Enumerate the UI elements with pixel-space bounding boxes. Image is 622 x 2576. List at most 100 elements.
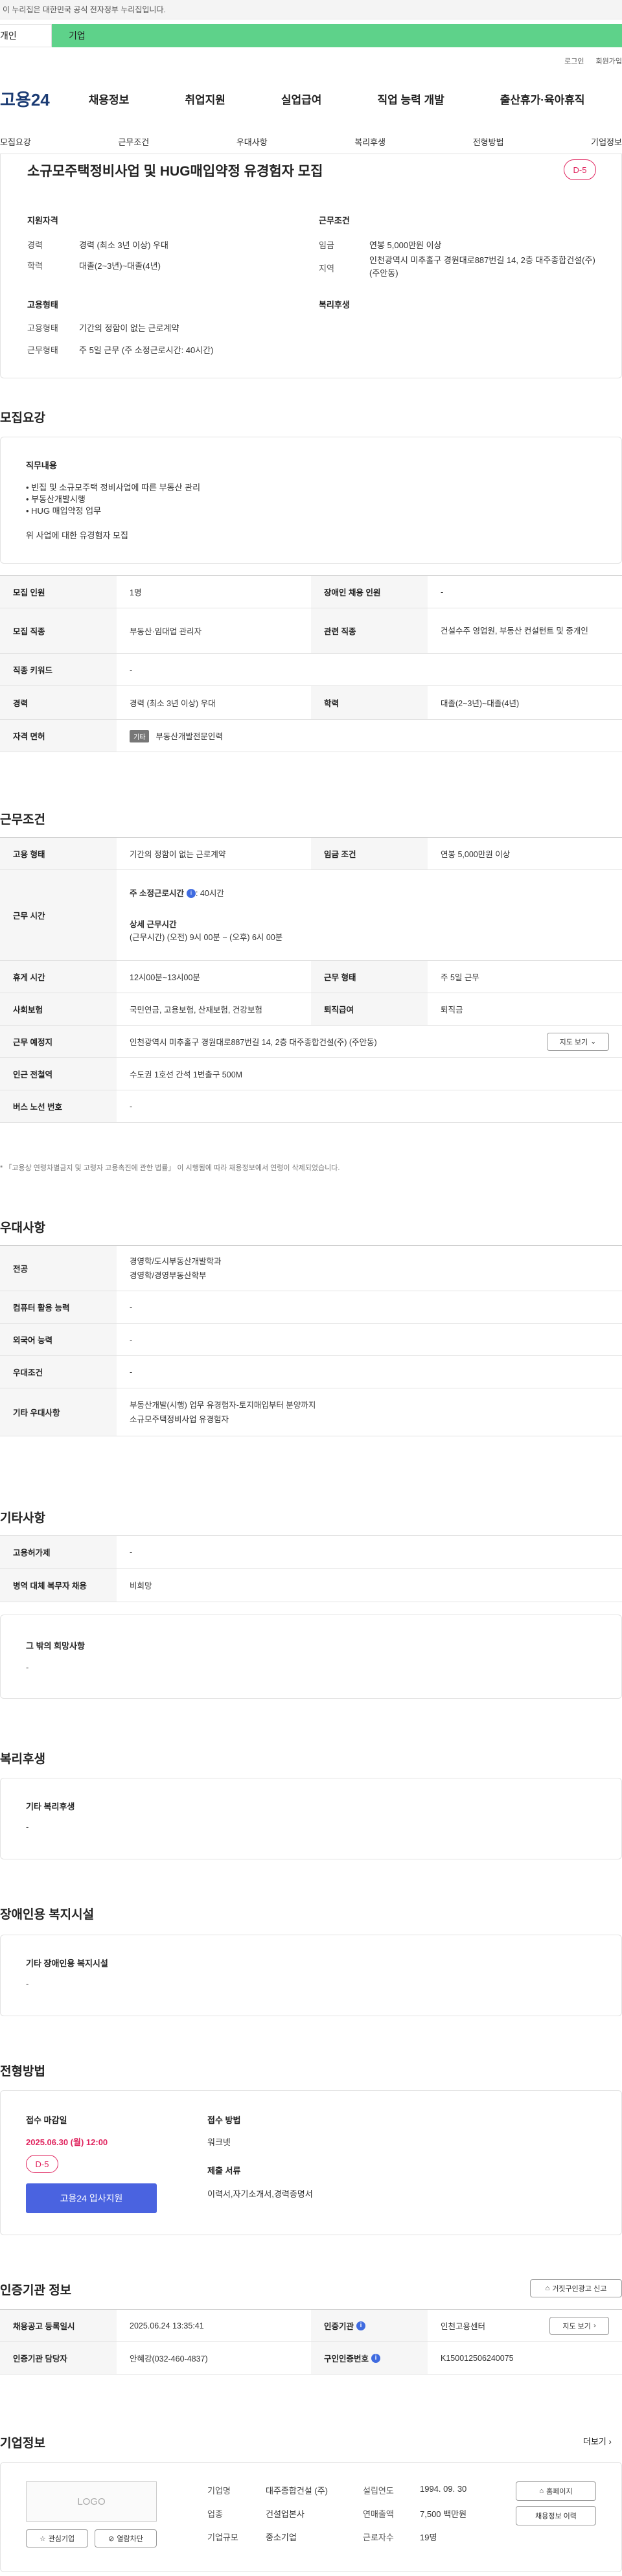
region-label: 지역: [319, 264, 334, 273]
tab-company[interactable]: 기업: [52, 24, 622, 47]
duty-card: [0, 437, 622, 564]
table-cell: 안혜강(032-460-4837): [130, 2354, 208, 2363]
map-button[interactable]: 지도 보기 ⌄: [547, 1032, 609, 1051]
info-icon[interactable]: i: [371, 2353, 381, 2363]
table-cell: 국민연금, 고용보험, 산재보험, 건강보험: [130, 1006, 262, 1015]
documents-value: 이력서,자기소개서,경력증명서: [207, 2189, 313, 2199]
info-icon[interactable]: i: [186, 889, 196, 899]
table-row: 버스 노선 번호 -: [0, 1090, 622, 1123]
gnb-training[interactable]: 직업 능력 개발: [377, 91, 444, 107]
report-button[interactable]: ⌂ 거짓구인광고 신고: [530, 2279, 622, 2297]
company-size-value: 중소기업: [266, 2533, 297, 2542]
table-cell: -: [130, 665, 133, 674]
apply-button[interactable]: 고용24 입사지원: [26, 2183, 157, 2213]
table-cell: 12시00분~13시00분: [130, 973, 200, 982]
welfare-heading: 복리후생: [319, 300, 350, 310]
dday-badge: D-5: [564, 159, 596, 180]
table-cell: K150012506240075: [441, 2353, 514, 2363]
tab-company-info[interactable]: 기업정보: [591, 135, 622, 148]
chevron-right-icon: ›: [593, 2321, 596, 2330]
hope-value: -: [26, 1662, 29, 1672]
table-header: 자격 면허: [0, 720, 117, 752]
table-header: 컴퓨터 활용 능력: [0, 1291, 117, 1323]
tab-recruit[interactable]: 모집요강: [0, 135, 31, 148]
table-row: 고용 형태 기간의 정함이 없는 근로계약 임금 조건 연봉 5,000만원 이…: [0, 838, 622, 870]
login-link[interactable]: 로그인: [564, 56, 584, 66]
table-cell: 기타 부동산개발전문인력: [117, 730, 622, 742]
job-history-button[interactable]: 채용정보 이력: [516, 2506, 596, 2525]
gnb-jobs[interactable]: 채용정보: [89, 91, 130, 107]
table-cell: 기간의 정함이 없는 근로계약: [130, 850, 226, 859]
table-cell: 부동산개발(시행) 업무 유경험자-토지매입부터 분양까지 소규모주택정비사업 유…: [130, 1400, 316, 1424]
table-cell: -: [130, 1101, 133, 1111]
staff-value: 19명: [420, 2533, 437, 2542]
staff-label: 근로자수: [363, 2533, 394, 2542]
table-row: 경력 경력 (최소 3년 이상) 우대 학력 대졸(2~3년)~대졸(4년): [0, 686, 622, 720]
table-cell: -: [130, 1302, 133, 1312]
block-view-button[interactable]: ⊘ 열람차단: [95, 2529, 157, 2547]
welfare-etc-value: -: [26, 1822, 29, 1832]
table-header: 임금 조건: [311, 838, 428, 869]
tab-selection[interactable]: 전형방법: [473, 135, 504, 148]
favorite-company-button[interactable]: ☆ 관심기업: [26, 2529, 88, 2547]
table-row: 병역 대체 복무자 채용 비희망: [0, 1569, 622, 1602]
duty-line-2: • 부동산개발시행: [26, 494, 86, 504]
site-logo[interactable]: 고용24: [0, 87, 50, 111]
age-note: * 「고용상 연령차별금지 및 고령자 고용촉진에 관한 법률」 이 시행됨에 …: [0, 1164, 340, 1172]
table-header: 모집 직종: [0, 608, 117, 653]
table-header: 퇴직급여: [311, 993, 428, 1025]
hours-cell: 주 소정근로시간 i: 40시간 상세 근무시간 (근무시간) (오전) 9시 0…: [117, 887, 622, 944]
tab-welfare[interactable]: 복리후생: [354, 135, 386, 148]
gnb-unemployment[interactable]: 실업급여: [281, 91, 322, 107]
table-cell: -: [130, 1547, 133, 1557]
qualification-heading: 지원자격: [27, 216, 58, 225]
info-icon[interactable]: i: [356, 2321, 366, 2330]
welfare-card: [0, 1778, 622, 1859]
more-link[interactable]: 더보기 ›: [583, 2435, 612, 2447]
company-logo: LOGO: [26, 2481, 157, 2522]
other-table: 고용허가제 - 병역 대체 복무자 채용 비희망: [0, 1535, 622, 1602]
tab-person[interactable]: 개인: [0, 24, 52, 47]
education-value: 대졸(2~3년)~대졸(4년): [79, 261, 161, 271]
block-icon: ⊘: [108, 2535, 115, 2543]
duty-line-1: • 빈집 및 소규모주택 정비사업에 따른 부동산 관리: [26, 483, 201, 492]
table-header: 채용공고 등록일시: [0, 2310, 117, 2341]
table-cell: 대졸(2~3년)~대졸(4년): [441, 699, 520, 708]
signup-link[interactable]: 회원가입: [596, 56, 622, 66]
agency-map-button[interactable]: 지도 보기 ›: [549, 2316, 609, 2335]
tab-conditions[interactable]: 근무조건: [118, 135, 149, 148]
table-row: 인증기관 담당자 안혜강(032-460-4837) 구인인증번호 i K1500…: [0, 2342, 622, 2375]
chevron-down-icon: ⌄: [590, 1038, 597, 1046]
table-cell: -: [130, 1335, 133, 1344]
conditions-section-title: 근무조건: [0, 813, 45, 827]
table-header: 인증기관 담당자: [0, 2342, 117, 2374]
section-tabs: 모집요강 근무조건 우대사항 복리후생 전형방법 기업정보: [0, 130, 622, 154]
region-value: 인천광역시 미추홀구 경원대로887번길 14, 2층 대주종합건설(주) (주…: [369, 255, 595, 278]
tab-preference[interactable]: 우대사항: [236, 135, 268, 148]
gnb-employment-support[interactable]: 취업지원: [185, 91, 225, 107]
table-header: 휴게 시간: [0, 961, 117, 993]
table-header: 근무 예정지: [0, 1026, 117, 1057]
gnb-parental-leave[interactable]: 출산휴가·육아휴직: [500, 91, 585, 107]
dday-badge: D-5: [26, 2155, 58, 2173]
table-header: 인증기관 i: [311, 2310, 428, 2341]
homepage-button[interactable]: ⌂ 홈페이지: [516, 2481, 596, 2501]
company-section-title: 기업정보: [0, 2437, 45, 2450]
global-nav: 고용24 채용정보 취업지원 실업급여 직업 능력 개발 출산휴가·육아휴직: [0, 79, 622, 118]
founded-label: 설립연도: [363, 2486, 394, 2496]
duty-line-3: • HUG 매입약정 업무: [26, 506, 102, 516]
disabled-card: [0, 1935, 622, 2016]
table-cell: 주 5일 근무: [441, 973, 479, 982]
company-size-label: 기업규모: [207, 2533, 238, 2542]
other-section-title: 기타사항: [0, 1512, 45, 1525]
table-header: 근무 시간: [0, 870, 117, 960]
table-row: 모집 인원 1명 장애인 채용 인원 -: [0, 576, 622, 608]
table-cell: 비희망: [130, 1581, 152, 1591]
star-icon: ☆: [39, 2535, 46, 2543]
table-cell: 수도권 1호선 간석 1번출구 500M: [130, 1070, 243, 1079]
industry-label: 업종: [207, 2509, 223, 2519]
home-icon: ⌂: [539, 2487, 544, 2495]
recruit-section-title: 모집요강: [0, 411, 45, 425]
table-header: 전공: [0, 1246, 117, 1291]
table-cell: 퇴직금: [441, 1006, 463, 1015]
